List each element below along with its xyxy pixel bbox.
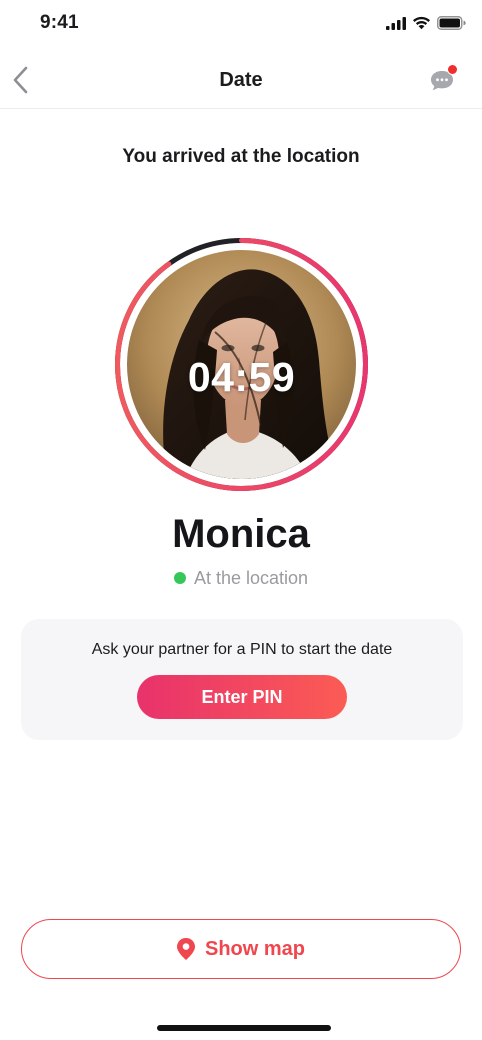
notification-dot bbox=[447, 64, 458, 75]
enter-pin-label: Enter PIN bbox=[201, 686, 283, 707]
status-bar: 9:41 bbox=[0, 0, 482, 50]
chat-button[interactable] bbox=[426, 64, 458, 96]
presence-status: At the location bbox=[0, 568, 482, 589]
presence-status-text: At the location bbox=[193, 568, 309, 588]
pin-card: Ask your partner for a PIN to start the … bbox=[21, 619, 463, 740]
nav-bar: Date bbox=[0, 52, 482, 109]
online-status-dot bbox=[173, 572, 186, 584]
status-icons bbox=[386, 16, 466, 30]
location-pin-icon bbox=[176, 938, 195, 960]
arrival-headline: You arrived at the location bbox=[122, 146, 360, 167]
status-time: 9:41 bbox=[40, 12, 79, 33]
home-indicator bbox=[157, 1025, 331, 1031]
show-map-label: Show map bbox=[204, 937, 305, 960]
battery-icon bbox=[437, 16, 466, 30]
pin-prompt: Ask your partner for a PIN to start the … bbox=[91, 641, 393, 658]
partner-name: Monica bbox=[172, 512, 310, 556]
wifi-icon bbox=[413, 16, 430, 30]
countdown-timer: 04:59 bbox=[187, 354, 296, 400]
partner-avatar-timer: 04:59 bbox=[113, 236, 370, 493]
enter-pin-button[interactable]: Enter PIN bbox=[137, 675, 347, 719]
page-title: Date bbox=[219, 69, 263, 91]
signal-icon bbox=[386, 16, 406, 30]
partner-photo: 04:59 bbox=[127, 250, 356, 479]
show-map-button[interactable]: Show map bbox=[21, 919, 461, 979]
